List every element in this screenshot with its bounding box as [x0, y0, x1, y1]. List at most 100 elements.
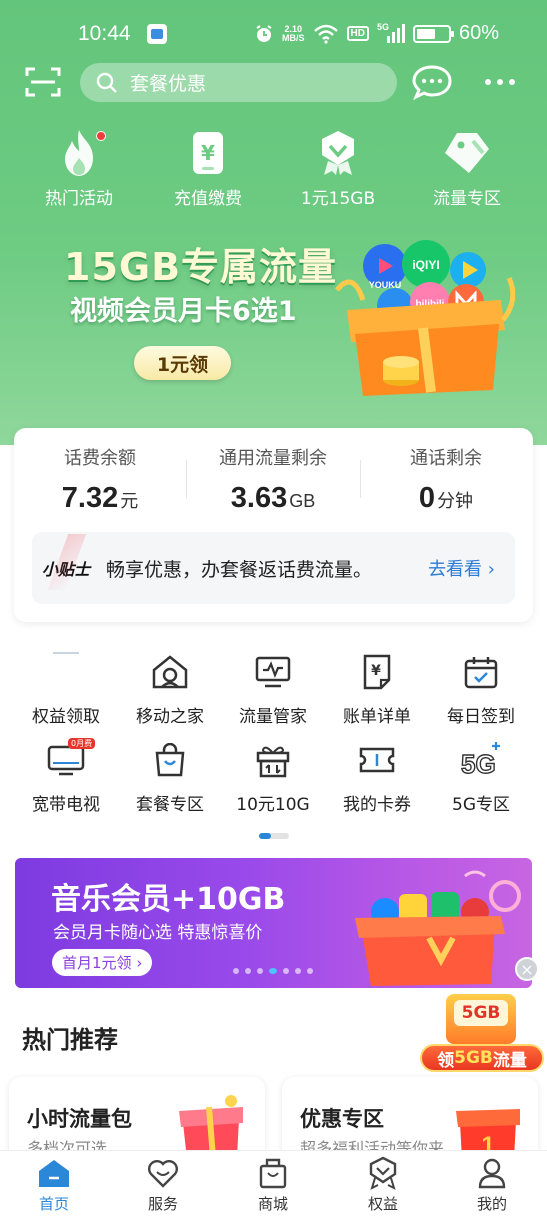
service-plans[interactable]: 套餐专区: [117, 740, 223, 815]
tab-label: 我的: [476, 1195, 507, 1213]
search-input[interactable]: 套餐优惠: [80, 63, 397, 102]
service-home[interactable]: 移动之家: [117, 652, 223, 727]
iqiyi-label: iQIYI: [412, 258, 439, 272]
tab-service[interactable]: 服务: [123, 1157, 203, 1214]
bottom-tab-bar: 首页 服务 商城 权益 我的: [0, 1150, 547, 1216]
music-banner[interactable]: 音乐会员+10GB 会员月卡随心选 特惠惊喜价 首月1元领 ›: [15, 858, 532, 988]
quick-action-traffic[interactable]: 流量专区: [412, 128, 522, 209]
service-label: 权益领取: [32, 707, 100, 727]
5g-icon: 5G: [460, 742, 500, 780]
service-rights[interactable]: 权益领取: [13, 652, 119, 727]
service-label: 每日签到: [447, 707, 515, 727]
tip-link-label: 去看看: [428, 559, 483, 580]
hd-badge: HD: [346, 26, 369, 41]
quick-action-hot[interactable]: 热门活动: [24, 128, 134, 209]
balance-item-fee[interactable]: 话费余额 7.32 元: [15, 444, 185, 515]
float-label-suffix: 流量: [492, 1050, 527, 1071]
service-label: 流量管家: [239, 707, 307, 727]
rec-card-title: 优惠专区: [300, 1107, 384, 1131]
medal-icon: [369, 1156, 397, 1190]
heart-icon: [148, 1160, 178, 1188]
notification-app-icon: [147, 24, 167, 44]
tab-label: 商城: [257, 1195, 288, 1213]
grid-pager: [259, 833, 289, 839]
tab-rights[interactable]: 权益: [343, 1156, 423, 1214]
service-5g[interactable]: 5G 5G专区: [428, 740, 534, 815]
notification-dot: [96, 131, 106, 141]
quick-action-label: 1元15GB: [300, 189, 376, 209]
tab-mine[interactable]: 我的: [452, 1157, 532, 1214]
quick-action-label: 流量专区: [433, 189, 501, 209]
calendar-check-icon: [464, 657, 498, 689]
more-icon[interactable]: [484, 78, 516, 86]
ticket-icon: [359, 747, 395, 773]
search-icon: [96, 72, 117, 93]
float-label-highlight: 5GB: [454, 1048, 493, 1068]
close-ad-button[interactable]: ×: [515, 957, 539, 981]
tab-home[interactable]: 首页: [14, 1157, 94, 1214]
banner-claim-button[interactable]: 1元领: [134, 346, 231, 380]
banner-subtitle: 视频会员月卡6选1: [70, 296, 297, 327]
svg-text:5G: 5G: [461, 749, 496, 779]
rec-card-title: 小时流量包: [27, 1107, 132, 1131]
message-icon[interactable]: [411, 64, 453, 100]
service-label: 我的卡券: [343, 795, 411, 815]
video-gift-box-illustration: YOUKU iQIYI bilibili: [335, 240, 516, 396]
balance-value: 3.63: [230, 482, 288, 514]
service-bill[interactable]: ¥ 账单详单: [324, 652, 430, 727]
badge-icon: [322, 131, 354, 175]
home-icon: [152, 655, 188, 689]
home-tab-icon: [39, 1160, 69, 1187]
service-coupons[interactable]: 我的卡券: [324, 740, 430, 815]
gift-icon: [256, 746, 290, 778]
network-speed: 2.10 MB/S: [282, 24, 305, 43]
balance-unit: 元: [120, 491, 139, 511]
balance-item-call[interactable]: 通话剩余 0 分钟: [361, 444, 531, 515]
quick-action-recharge[interactable]: ¥ 充值缴费: [153, 128, 263, 209]
music-banner-subtitle: 会员月卡随心选 特惠惊喜价: [53, 923, 263, 943]
quick-action-1yuan-15gb[interactable]: 1元15GB: [283, 128, 393, 209]
signal-icon: 5G: [377, 22, 405, 44]
close-icon: ×: [520, 959, 534, 979]
scan-icon[interactable]: [25, 66, 61, 98]
music-banner-button-label: 首月1元领: [62, 954, 132, 972]
floating-5gb-promo[interactable]: 5GB 领 5GB 流量: [418, 992, 545, 1076]
battery-level: [416, 28, 435, 39]
service-broadband-tv[interactable]: 0月费 宽带电视: [13, 738, 119, 815]
banner-title[interactable]: 15GB专属流量: [64, 236, 337, 291]
shopping-bag-icon: [155, 743, 185, 777]
balance-label: 通话剩余: [410, 448, 482, 469]
balance-item-data[interactable]: 通用流量剩余 3.63 GB: [188, 444, 358, 515]
tab-mall[interactable]: 商城: [233, 1157, 313, 1214]
tip-link[interactable]: 去看看 ›: [428, 555, 495, 581]
speed-unit: MB/S: [282, 32, 305, 43]
chevron-right-icon: ›: [487, 559, 495, 580]
bag-icon: [259, 1158, 287, 1189]
divider: [186, 460, 187, 498]
service-label: 套餐专区: [136, 795, 204, 815]
service-checkin[interactable]: 每日签到: [428, 652, 534, 727]
bill-icon: ¥: [363, 654, 391, 690]
tip-logo: 小贴士: [42, 556, 90, 580]
tab-label: 权益: [367, 1195, 398, 1213]
float-label-prefix: 领: [437, 1050, 455, 1071]
monitor-icon: [255, 656, 291, 688]
balance-card: 话费余额 7.32 元 通用流量剩余 3.63 GB 通话剩余 0 分钟 小贴士 畅享…: [14, 428, 533, 622]
quick-action-label: 热门活动: [45, 189, 113, 209]
balance-label: 话费余额: [64, 448, 136, 469]
promo-badge: 0月费: [68, 738, 96, 749]
service-10yuan-10g[interactable]: 10元10G: [220, 740, 326, 815]
red-envelope-icon: 5GB: [446, 994, 516, 1044]
service-traffic-manager[interactable]: 流量管家: [220, 652, 326, 727]
battery-percent: 60%: [458, 22, 499, 44]
tag-icon: [445, 133, 489, 173]
music-gift-illustration: [355, 870, 521, 986]
balance-unit: GB: [289, 491, 316, 511]
music-banner-title: 音乐会员+10GB: [51, 882, 286, 917]
tip-banner[interactable]: 小贴士 畅享优惠，办套餐返话费流量。 去看看 ›: [32, 532, 515, 604]
service-label: 5G专区: [452, 795, 510, 815]
service-label: 移动之家: [136, 707, 204, 727]
service-label: 账单详单: [343, 707, 411, 727]
music-banner-button[interactable]: 首月1元领 ›: [52, 949, 153, 976]
service-label: 宽带电视: [32, 795, 100, 815]
